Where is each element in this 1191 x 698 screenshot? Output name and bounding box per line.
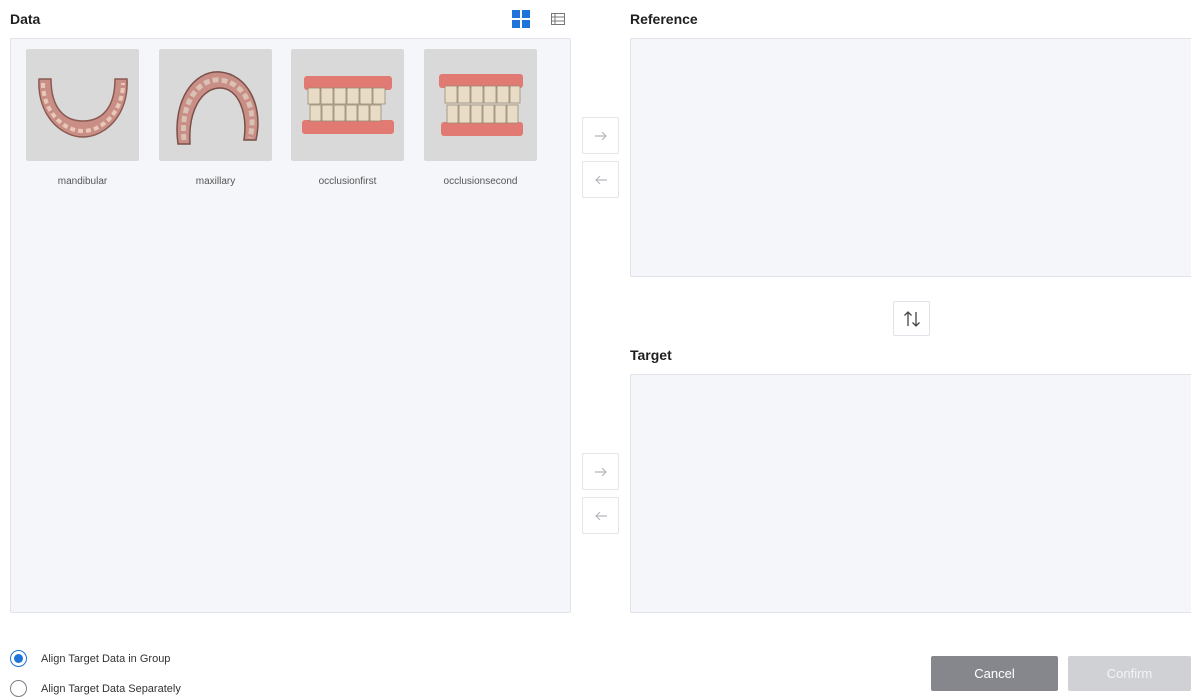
arrow-left-icon	[594, 175, 607, 184]
occlusion-icon	[438, 74, 523, 136]
data-item-occlusionsecond[interactable]: occlusionsecond	[424, 49, 537, 187]
reference-panel[interactable]	[630, 38, 1191, 277]
arrow-left-icon	[594, 511, 607, 520]
arrow-right-icon	[594, 131, 607, 140]
maxillary-thumbnail	[159, 49, 272, 161]
list-view-icon	[551, 13, 565, 25]
confirm-button[interactable]: Confirm	[1068, 656, 1191, 691]
list-view-toggle[interactable]	[548, 10, 568, 28]
grid-view-icon	[512, 10, 530, 28]
occlusionsecond-thumbnail	[424, 49, 537, 161]
data-item-label: occlusionsecond	[443, 176, 518, 187]
maxillary-arch-icon	[175, 71, 259, 145]
align-separate-radio[interactable]	[10, 680, 27, 697]
grid-view-toggle[interactable]	[511, 10, 531, 28]
data-panel[interactable]: mandibular maxillary occlusionfirst occl…	[10, 38, 571, 613]
add-to-reference-button[interactable]	[582, 117, 619, 154]
align-group-option[interactable]: Align Target Data in Group	[10, 650, 170, 667]
data-item-occlusionfirst[interactable]: occlusionfirst	[291, 49, 404, 187]
occlusion-icon	[301, 76, 394, 134]
add-to-target-button[interactable]	[582, 453, 619, 490]
mandibular-thumbnail	[26, 49, 139, 161]
data-item-label: maxillary	[195, 176, 236, 187]
mandibular-arch-icon	[37, 78, 128, 138]
target-section-title: Target	[630, 347, 672, 363]
data-section-title: Data	[10, 11, 41, 27]
data-item-mandibular[interactable]: mandibular	[26, 49, 139, 187]
remove-from-target-button[interactable]	[582, 497, 619, 534]
swap-vertical-icon	[903, 310, 920, 327]
data-item-label: mandibular	[57, 176, 108, 187]
arrow-right-icon	[594, 467, 607, 476]
target-panel[interactable]	[630, 374, 1191, 613]
align-separate-label: Align Target Data Separately	[41, 682, 181, 695]
swap-reference-target-button[interactable]	[893, 301, 930, 336]
align-separate-option[interactable]: Align Target Data Separately	[10, 680, 181, 697]
data-item-label: occlusionfirst	[318, 176, 377, 187]
remove-from-reference-button[interactable]	[582, 161, 619, 198]
reference-section-title: Reference	[630, 11, 698, 27]
occlusionfirst-thumbnail	[291, 49, 404, 161]
align-group-radio[interactable]	[10, 650, 27, 667]
align-group-label: Align Target Data in Group	[41, 652, 171, 665]
data-item-maxillary[interactable]: maxillary	[159, 49, 272, 187]
cancel-button[interactable]: Cancel	[931, 656, 1058, 691]
